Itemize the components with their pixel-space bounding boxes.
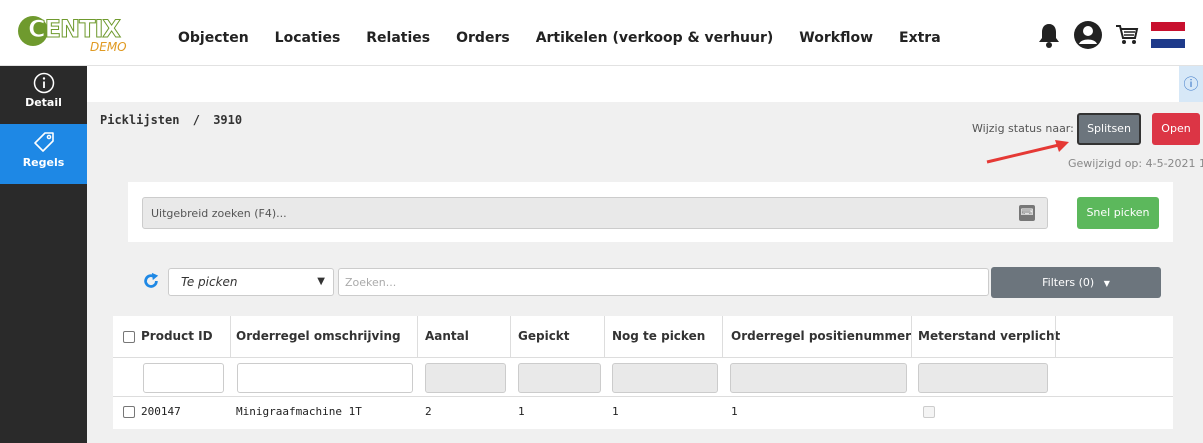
status-select-value: Te picken bbox=[181, 275, 238, 289]
nav-artikelen[interactable]: Artikelen (verkoop & verhuur) bbox=[536, 30, 774, 46]
filter-divider bbox=[113, 396, 1173, 397]
snel-picken-button[interactable]: Snel picken bbox=[1077, 197, 1159, 229]
tag-icon bbox=[33, 132, 54, 152]
breadcrumb-parent[interactable]: Picklijsten bbox=[100, 113, 179, 127]
col-header-omschrijving[interactable]: Orderregel omschrijving bbox=[236, 316, 401, 356]
info-tab-icon: ⓘ bbox=[1183, 75, 1199, 93]
status-select[interactable]: Te picken ▼ bbox=[168, 268, 334, 296]
nav-relaties[interactable]: Relaties bbox=[366, 30, 430, 46]
header-divider bbox=[113, 357, 1173, 358]
filters-label: Filters (0) bbox=[1042, 276, 1095, 289]
col-header-positienummer[interactable]: Orderregel positienummer bbox=[731, 316, 911, 356]
column-divider bbox=[604, 316, 605, 358]
sidebar-item-label: Detail bbox=[25, 96, 62, 109]
column-divider bbox=[722, 316, 723, 358]
cell-omschrijving: Minigraafmachine 1T bbox=[236, 405, 362, 418]
nav-objecten[interactable]: Objecten bbox=[178, 30, 249, 46]
change-status-label: Wijzig status naar: bbox=[972, 122, 1074, 135]
info-panel-tab[interactable]: ⓘ bbox=[1179, 66, 1203, 102]
col-header-aantal[interactable]: Aantal bbox=[425, 316, 469, 356]
nav-extra[interactable]: Extra bbox=[899, 30, 941, 46]
col-header-product-id[interactable]: Product ID bbox=[123, 316, 213, 356]
column-divider bbox=[911, 316, 912, 358]
column-divider bbox=[230, 316, 231, 358]
top-icons bbox=[1037, 20, 1185, 50]
sidebar-item-detail[interactable]: Detail bbox=[0, 66, 87, 124]
filter-omschrijving-input[interactable] bbox=[237, 363, 413, 393]
info-icon bbox=[33, 72, 54, 94]
caret-down-icon: ▼ bbox=[1103, 279, 1110, 288]
nav-workflow[interactable]: Workflow bbox=[799, 30, 873, 46]
filter-aantal-input bbox=[425, 363, 506, 393]
refresh-icon[interactable] bbox=[142, 272, 160, 290]
filter-nog-te-picken-input bbox=[612, 363, 718, 393]
cart-icon[interactable] bbox=[1115, 24, 1139, 46]
main-nav: Objecten Locaties Relaties Orders Artike… bbox=[178, 30, 967, 46]
breadcrumb: Picklijsten / 3910 bbox=[100, 113, 242, 127]
modified-timestamp: Gewijzigd op: 4-5-2021 10:58:05 bbox=[1068, 157, 1203, 170]
cell-positienummer: 1 bbox=[731, 405, 738, 418]
cell-meterstand bbox=[923, 401, 941, 423]
split-button[interactable]: Splitsen bbox=[1077, 113, 1141, 145]
advanced-search-placeholder: Uitgebreid zoeken (F4)... bbox=[151, 207, 287, 220]
search-placeholder: Zoeken... bbox=[345, 276, 397, 289]
keyboard-icon[interactable]: ⌨ bbox=[1019, 205, 1035, 221]
logo-demo-label: DEMO bbox=[90, 40, 127, 54]
chevron-down-icon: ▼ bbox=[317, 276, 325, 287]
pick-table: Product ID Orderregel omschrijving Aanta… bbox=[113, 316, 1173, 429]
filter-product-id-input[interactable] bbox=[143, 363, 224, 393]
breadcrumb-current: 3910 bbox=[213, 113, 243, 127]
col-label: Product ID bbox=[141, 329, 213, 343]
column-divider bbox=[510, 316, 511, 358]
logo-text: CENTIX bbox=[28, 15, 122, 44]
search-input[interactable]: Zoeken... bbox=[338, 268, 989, 296]
breadcrumb-separator: / bbox=[192, 113, 200, 127]
product-id-value: 200147 bbox=[141, 405, 181, 418]
flag-nl-icon[interactable] bbox=[1151, 22, 1185, 49]
select-all-checkbox[interactable] bbox=[123, 330, 135, 343]
sidebar-item-regels[interactable]: Regels bbox=[0, 124, 87, 184]
annotation-arrow bbox=[986, 140, 1069, 164]
column-divider bbox=[417, 316, 418, 358]
cell-aantal: 2 bbox=[425, 405, 432, 418]
search-panel: Uitgebreid zoeken (F4)... ⌨ Snel picken bbox=[128, 182, 1173, 242]
filter-meterstand-input bbox=[918, 363, 1048, 393]
row-checkbox[interactable] bbox=[123, 406, 135, 418]
nav-locaties[interactable]: Locaties bbox=[275, 30, 341, 46]
meterstand-checkbox bbox=[923, 406, 935, 418]
advanced-search-input[interactable]: Uitgebreid zoeken (F4)... ⌨ bbox=[142, 197, 1048, 229]
open-button[interactable]: Open bbox=[1152, 113, 1200, 145]
col-header-meterstand[interactable]: Meterstand verplicht bbox=[918, 316, 1060, 356]
cell-product-id: 200147 bbox=[123, 401, 181, 423]
centix-logo[interactable]: CENTIX DEMO bbox=[18, 14, 158, 54]
filters-button[interactable]: Filters (0) ▼ bbox=[991, 267, 1161, 298]
cell-nog-te-picken: 1 bbox=[612, 405, 619, 418]
nav-orders[interactable]: Orders bbox=[456, 30, 510, 46]
content-header-bar bbox=[87, 66, 1203, 102]
sidebar: Detail Regels bbox=[0, 66, 87, 443]
sidebar-item-label: Regels bbox=[22, 156, 65, 169]
bell-icon[interactable] bbox=[1037, 22, 1061, 48]
col-header-gepickt[interactable]: Gepickt bbox=[518, 316, 570, 356]
filter-positienummer-input bbox=[730, 363, 907, 393]
top-navbar: CENTIX DEMO Objecten Locaties Relaties O… bbox=[0, 0, 1203, 66]
col-header-nog-te-picken[interactable]: Nog te picken bbox=[612, 316, 705, 356]
user-icon[interactable] bbox=[1073, 20, 1103, 50]
column-divider bbox=[1055, 316, 1056, 358]
cell-gepickt: 1 bbox=[518, 405, 525, 418]
filter-gepickt-input bbox=[518, 363, 601, 393]
